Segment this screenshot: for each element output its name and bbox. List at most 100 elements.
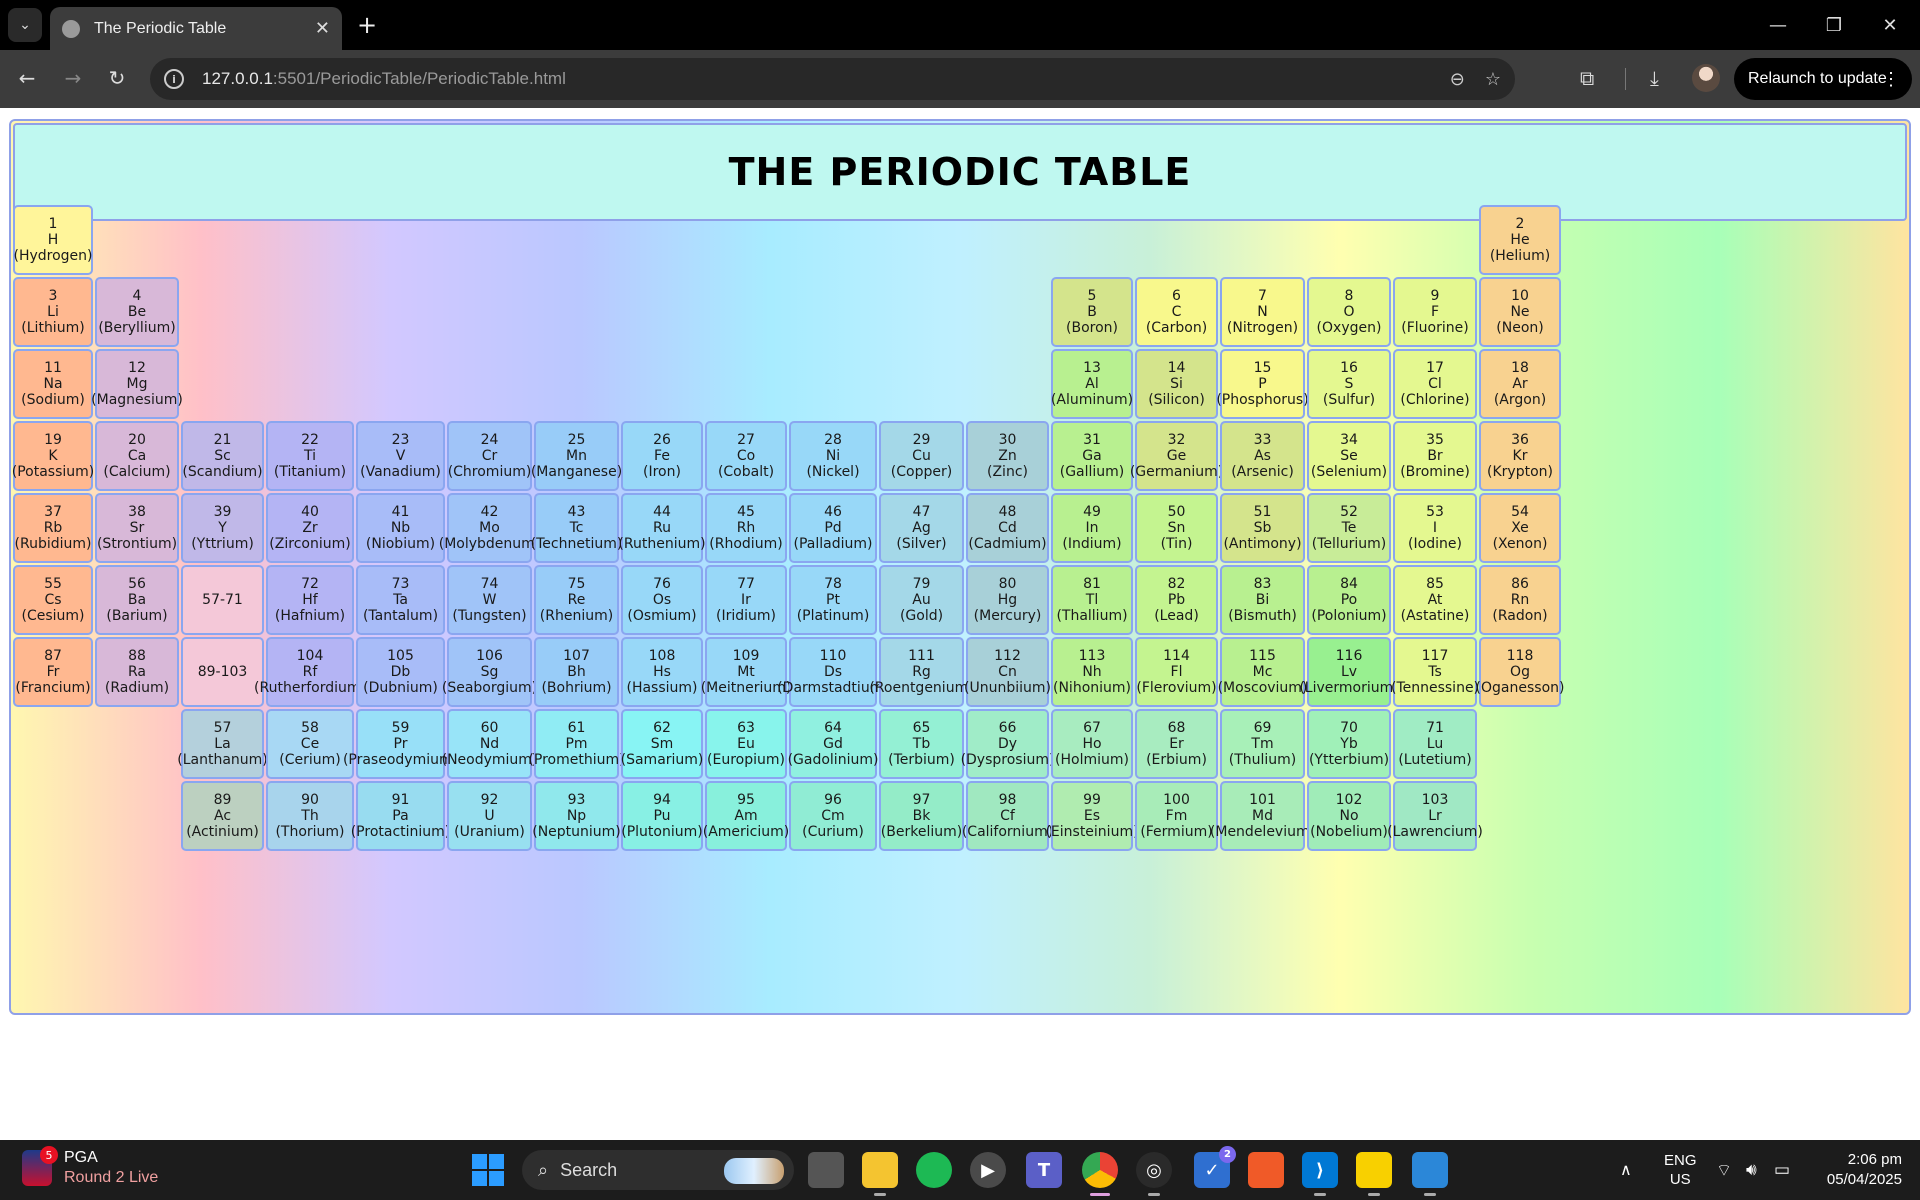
element-cell[interactable]: 79 Au (Gold) (879, 565, 964, 635)
element-cell[interactable]: 6 C (Carbon) (1135, 277, 1218, 347)
element-cell[interactable]: 103 Lr (Lawrencium) (1387, 781, 1483, 851)
element-cell[interactable]: 22 Ti (Titanium) (266, 421, 354, 491)
element-cell[interactable]: 29 Cu (Copper) (879, 421, 964, 491)
element-cell[interactable]: 30 Zn (Zinc) (966, 421, 1049, 491)
element-cell[interactable]: 15 P (Phosphorus) (1216, 349, 1309, 419)
element-cell[interactable]: 89 Ac (Actinium) (181, 781, 264, 851)
bookmark-star-icon[interactable]: ☆ (1485, 69, 1501, 90)
forward-arrow-icon[interactable]: → (56, 61, 90, 95)
element-cell[interactable]: 112 Cn (Ununbiium) (964, 637, 1051, 707)
element-cell[interactable]: 81 Tl (Thallium) (1051, 565, 1133, 635)
taskbar-search[interactable]: ⌕ Search (522, 1150, 794, 1190)
element-cell[interactable]: 63 Eu (Europium) (705, 709, 787, 779)
element-cell[interactable]: 57-71 (181, 565, 264, 635)
element-cell[interactable]: 13 Al (Aluminum) (1051, 349, 1133, 419)
element-cell[interactable]: 7 N (Nitrogen) (1220, 277, 1305, 347)
sticky-notes-icon[interactable] (1356, 1152, 1392, 1196)
element-cell[interactable]: 88 Ra (Radium) (95, 637, 179, 707)
task-view-icon[interactable] (808, 1152, 844, 1188)
element-cell[interactable]: 68 Er (Erbium) (1135, 709, 1218, 779)
element-cell[interactable]: 58 Ce (Cerium) (266, 709, 354, 779)
element-cell[interactable]: 101 Md (Mendelevium) (1210, 781, 1315, 851)
element-cell[interactable]: 70 Yb (Ytterbium) (1307, 709, 1391, 779)
element-cell[interactable]: 45 Rh (Rhodium) (705, 493, 787, 563)
element-cell[interactable]: 75 Re (Rhenium) (534, 565, 619, 635)
element-cell[interactable]: 11 Na (Sodium) (13, 349, 93, 419)
element-cell[interactable]: 39 Y (Yttrium) (181, 493, 264, 563)
element-cell[interactable]: 44 Ru (Ruthenium) (618, 493, 706, 563)
element-cell[interactable]: 62 Sm (Samarium) (621, 709, 703, 779)
new-tab-plus-icon[interactable]: + (352, 10, 382, 40)
element-cell[interactable]: 47 Ag (Silver) (879, 493, 964, 563)
wifi-icon[interactable]: ⌔ (1716, 1140, 1732, 1200)
kebab-menu-icon[interactable]: ⋮ (1882, 69, 1900, 90)
element-cell[interactable]: 10 Ne (Neon) (1479, 277, 1561, 347)
vscode-icon[interactable]: ⟩ (1302, 1152, 1338, 1196)
element-cell[interactable]: 65 Tb (Terbium) (879, 709, 964, 779)
element-cell[interactable]: 60 Nd (Neodymium) (442, 709, 537, 779)
element-cell[interactable]: 97 Bk (Berkelium) (879, 781, 964, 851)
element-cell[interactable]: 5 B (Boron) (1051, 277, 1133, 347)
element-cell[interactable]: 61 Pm (Promethium) (528, 709, 625, 779)
element-cell[interactable]: 20 Ca (Calcium) (95, 421, 179, 491)
element-cell[interactable]: 31 Ga (Gallium) (1051, 421, 1133, 491)
element-cell[interactable]: 93 Np (Neptunium) (532, 781, 621, 851)
element-cell[interactable]: 3 Li (Lithium) (13, 277, 93, 347)
windows-start-icon[interactable] (472, 1154, 504, 1186)
address-url[interactable]: 127.0.0.1:5501/PeriodicTable/PeriodicTab… (202, 69, 1430, 89)
element-cell[interactable]: 110 Ds (Darmstadtium) (777, 637, 889, 707)
element-cell[interactable]: 25 Mn (Manganese) (531, 421, 622, 491)
element-cell[interactable]: 26 Fe (Iron) (621, 421, 703, 491)
element-cell[interactable]: 72 Hf (Hafnium) (266, 565, 354, 635)
browser-tab-active[interactable]: The Periodic Table ✕ (50, 7, 342, 50)
teams-icon[interactable]: T (1026, 1152, 1062, 1188)
element-cell[interactable]: 40 Zr (Zirconium) (266, 493, 354, 563)
back-arrow-icon[interactable]: ← (10, 61, 44, 95)
language-indicator[interactable]: ENG US (1664, 1140, 1697, 1200)
element-cell[interactable]: 69 Tm (Thulium) (1220, 709, 1305, 779)
spotify-icon[interactable] (916, 1152, 952, 1188)
element-cell[interactable]: 1 H (Hydrogen) (13, 205, 93, 275)
element-cell[interactable]: 18 Ar (Argon) (1479, 349, 1561, 419)
element-cell[interactable]: 96 Cm (Curium) (789, 781, 877, 851)
element-cell[interactable]: 73 Ta (Tantalum) (356, 565, 445, 635)
element-cell[interactable]: 67 Ho (Holmium) (1051, 709, 1133, 779)
element-cell[interactable]: 42 Mo (Molybdenum) (439, 493, 540, 563)
element-cell[interactable]: 100 Fm (Fermium) (1135, 781, 1218, 851)
element-cell[interactable]: 113 Nh (Nihonium) (1051, 637, 1133, 707)
file-explorer-icon[interactable] (862, 1152, 898, 1196)
extensions-puzzle-icon[interactable]: ⧉ (1580, 66, 1594, 90)
element-cell[interactable]: 105 Db (Dubnium) (356, 637, 445, 707)
element-cell[interactable]: 99 Es (Einsteinium) (1045, 781, 1139, 851)
element-cell[interactable]: 108 Hs (Hassium) (621, 637, 703, 707)
element-cell[interactable]: 21 Sc (Scandium) (181, 421, 264, 491)
element-cell[interactable]: 17 Cl (Chlorine) (1393, 349, 1477, 419)
element-cell[interactable]: 8 O (Oxygen) (1307, 277, 1391, 347)
element-cell[interactable]: 4 Be (Beryllium) (95, 277, 179, 347)
element-cell[interactable]: 54 Xe (Xenon) (1479, 493, 1561, 563)
element-cell[interactable]: 50 Sn (Tin) (1135, 493, 1218, 563)
site-info-icon[interactable]: i (164, 69, 184, 89)
element-cell[interactable]: 94 Pu (Plutonium) (621, 781, 703, 851)
notepad-icon[interactable] (1412, 1152, 1448, 1196)
element-cell[interactable]: 98 Cf (Californium) (962, 781, 1053, 851)
news-widget[interactable]: 5 PGA Round 2 Live (22, 1146, 158, 1188)
reload-icon[interactable]: ↻ (100, 61, 134, 95)
element-cell[interactable]: 52 Te (Tellurium) (1307, 493, 1391, 563)
todo-check-icon[interactable]: ✓ 2 (1194, 1146, 1236, 1188)
clock[interactable]: 2:06 pm 05/04/2025 (1818, 1140, 1902, 1200)
element-cell[interactable]: 104 Rf (Rutherfordium) (254, 637, 366, 707)
battery-icon[interactable]: ▭ (1774, 1140, 1790, 1200)
element-cell[interactable]: 19 K (Potassium) (12, 421, 94, 491)
element-cell[interactable]: 109 Mt (Meitnerium) (701, 637, 791, 707)
profile-avatar[interactable] (1692, 64, 1720, 92)
element-cell[interactable]: 71 Lu (Lutetium) (1393, 709, 1477, 779)
element-cell[interactable]: 78 Pt (Platinum) (789, 565, 877, 635)
brave-icon[interactable] (1248, 1152, 1284, 1188)
element-cell[interactable]: 57 La (Lanthanum) (177, 709, 268, 779)
download-icon[interactable]: ⤓ (1650, 66, 1659, 90)
element-cell[interactable]: 9 F (Fluorine) (1393, 277, 1477, 347)
element-cell[interactable]: 28 Ni (Nickel) (789, 421, 877, 491)
minimize-icon[interactable]: — (1750, 0, 1806, 50)
element-cell[interactable]: 53 I (Iodine) (1393, 493, 1477, 563)
